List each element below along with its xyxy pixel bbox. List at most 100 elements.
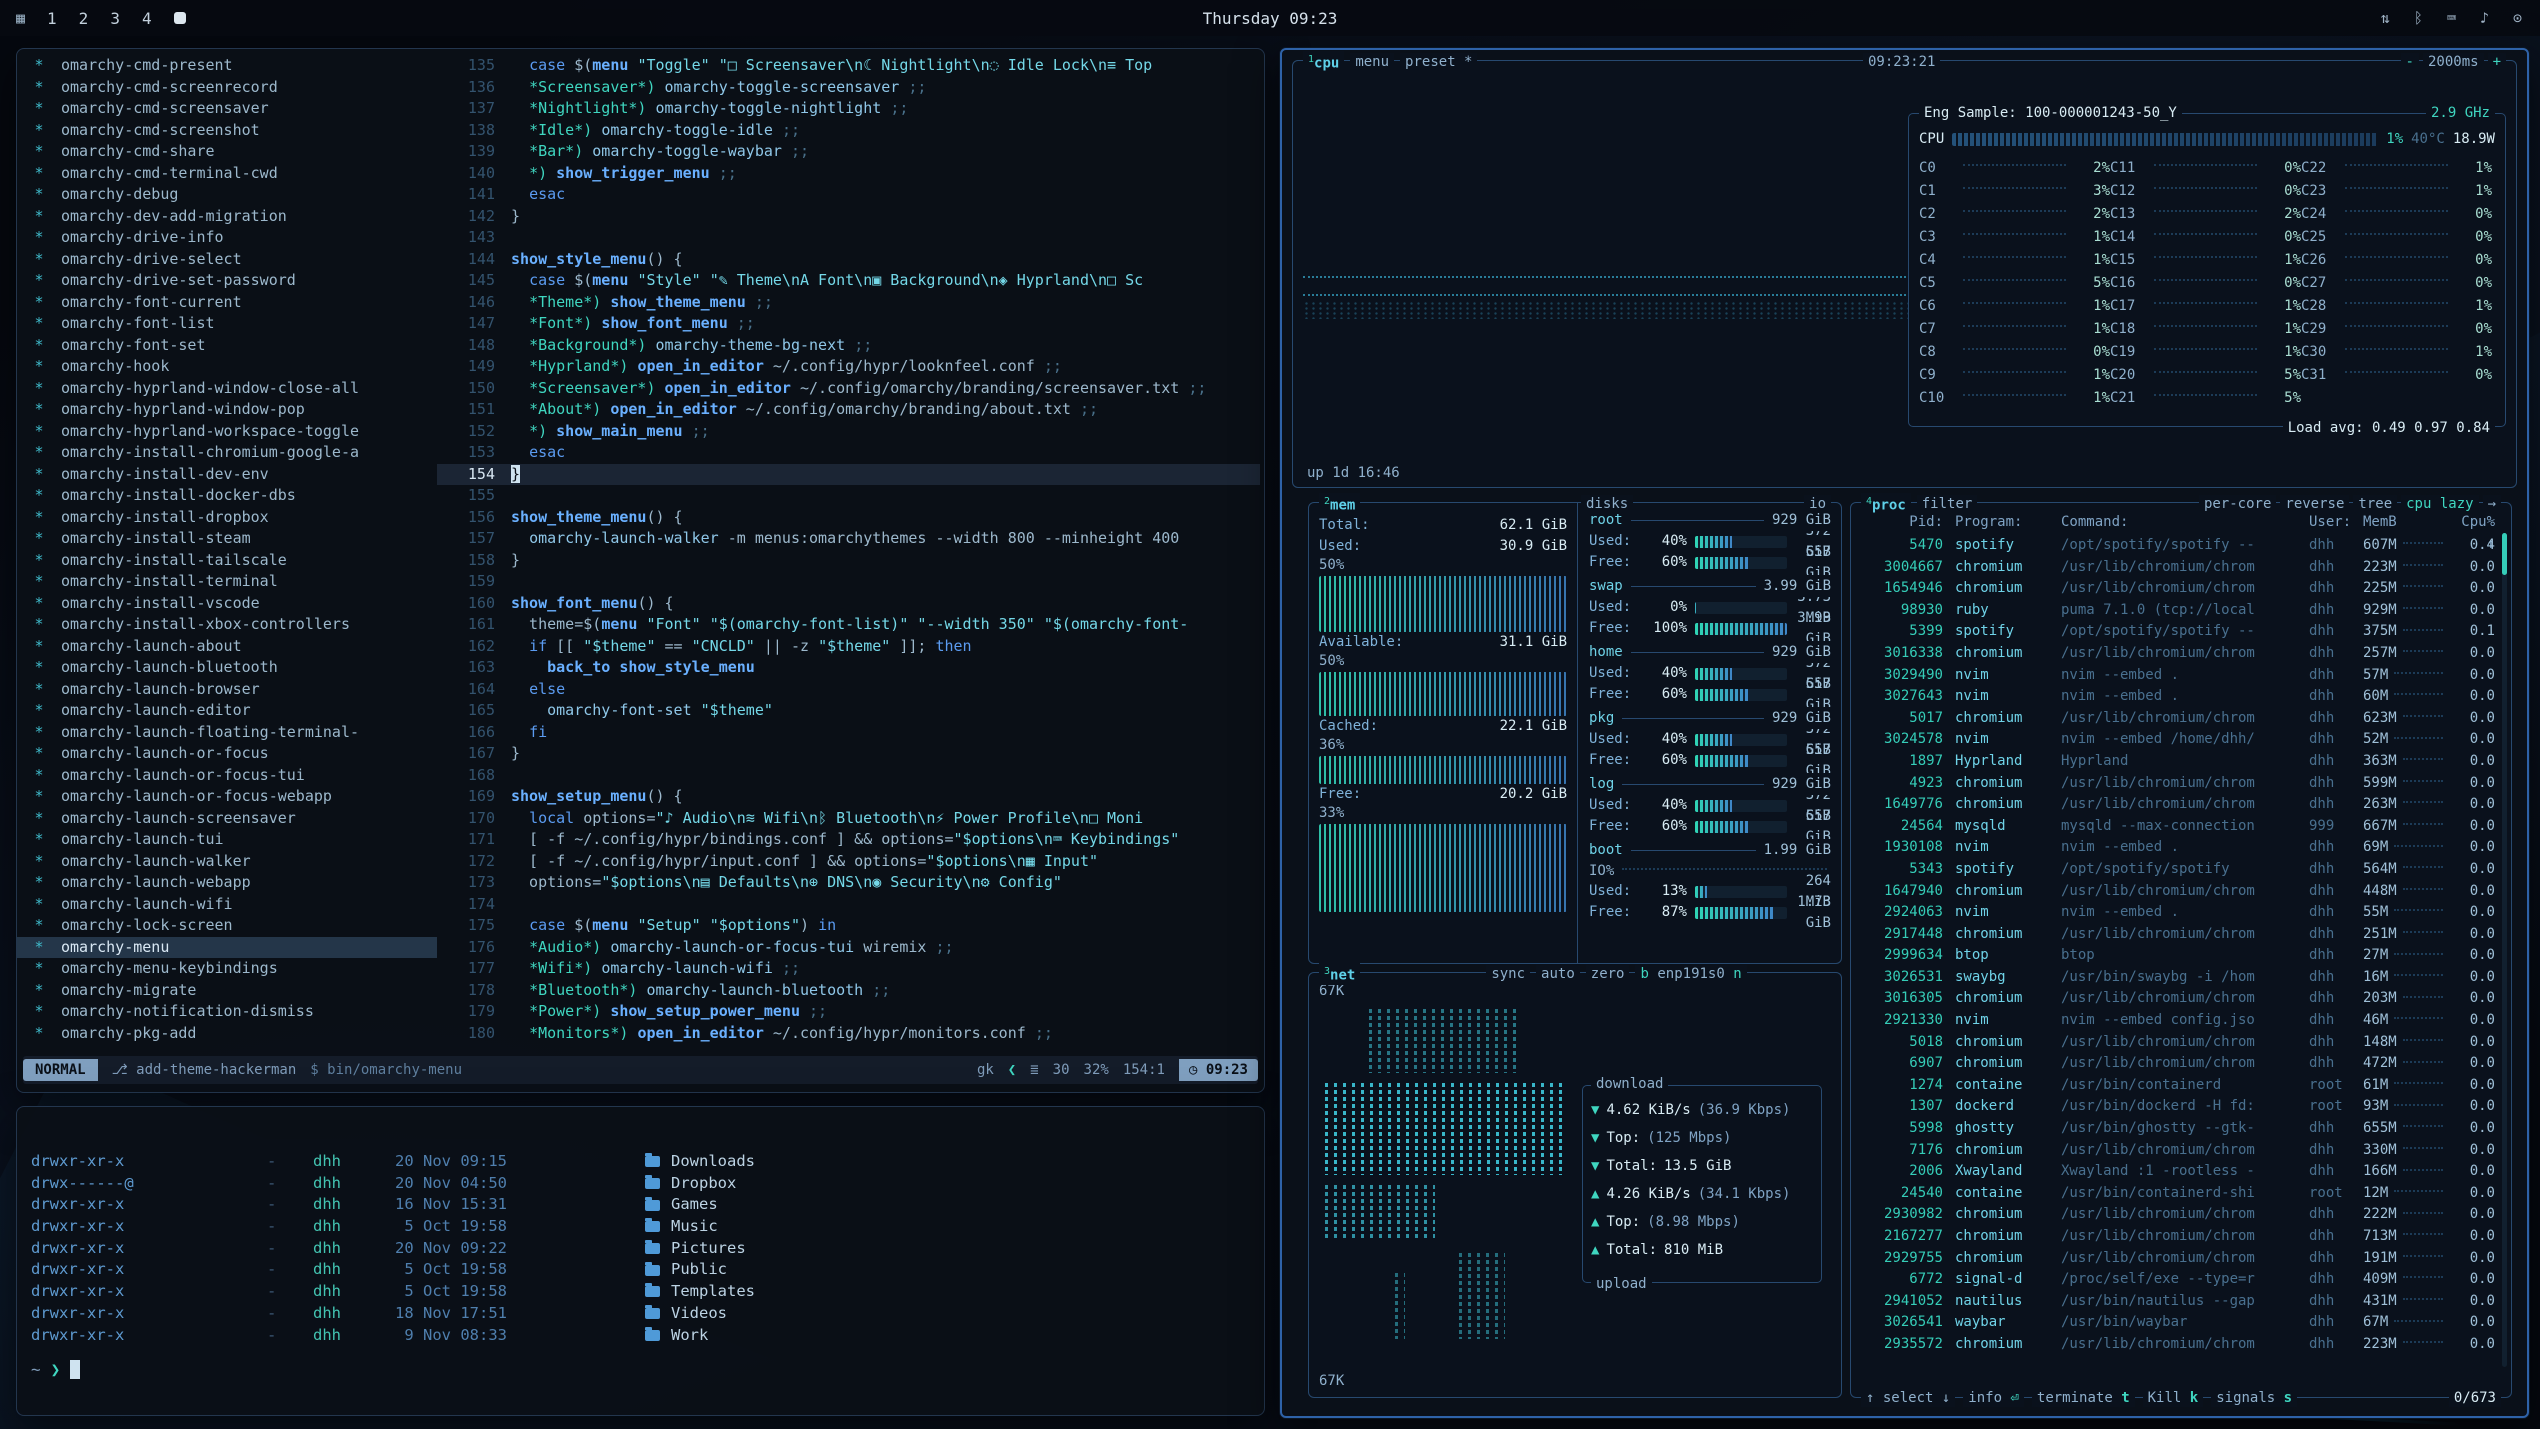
- code-line[interactable]: 160show_font_menu() {: [437, 593, 1260, 615]
- proc-row[interactable]: 5998ghostty/usr/bin/ghostty --gtk-dhh655…: [1859, 1118, 2495, 1140]
- proc-select-hint[interactable]: ↑ select ↓: [1861, 1389, 1955, 1407]
- proc-row[interactable]: 6907chromium/usr/lib/chromium/chromdhh47…: [1859, 1053, 2495, 1075]
- file-tree-item[interactable]: *omarchy-launch-browser: [17, 679, 437, 701]
- code-line[interactable]: 147 *Font*) show_font_menu ;;: [437, 313, 1260, 335]
- interval-increase-button[interactable]: +: [2488, 53, 2506, 71]
- proc-row[interactable]: 2917448chromium/usr/lib/chromium/chromdh…: [1859, 924, 2495, 946]
- code-line[interactable]: 174: [437, 894, 1260, 916]
- disks-tab[interactable]: disks: [1581, 495, 1633, 513]
- proc-row[interactable]: 1897HyprlandHyprlanddhh363M0.0: [1859, 751, 2495, 773]
- file-tree-item[interactable]: *omarchy-debug: [17, 184, 437, 206]
- proc-panel-title[interactable]: 4proc: [1861, 493, 1911, 515]
- proc-row[interactable]: 1274containe/usr/bin/containerdroot61M0.…: [1859, 1075, 2495, 1097]
- proc-row[interactable]: 2924063nvimnvim --embed .dhh55M0.0: [1859, 902, 2495, 924]
- proc-row[interactable]: 3029490nvimnvim --embed .dhh57M0.0: [1859, 665, 2495, 687]
- code-line[interactable]: 156show_theme_menu() {: [437, 507, 1260, 529]
- workspace-2[interactable]: 2: [79, 9, 89, 28]
- code-line[interactable]: 140 *) show_trigger_menu ;;: [437, 163, 1260, 185]
- code-line[interactable]: 173 options="$options\n▤ Defaults\n⊕ DNS…: [437, 872, 1260, 894]
- proc-row[interactable]: 7176chromium/usr/lib/chromium/chromdhh33…: [1859, 1140, 2495, 1162]
- proc-row[interactable]: 5018chromium/usr/lib/chromium/chromdhh14…: [1859, 1032, 2495, 1054]
- file-tree-item[interactable]: *omarchy-launch-walker: [17, 851, 437, 873]
- proc-row[interactable]: 3004667chromium/usr/lib/chromium/chromdh…: [1859, 557, 2495, 579]
- file-tree-item[interactable]: *omarchy-drive-select: [17, 249, 437, 271]
- file-tree-item[interactable]: *omarchy-install-terminal: [17, 571, 437, 593]
- proc-row[interactable]: 2006XwaylandXwayland :1 -rootless -dhh16…: [1859, 1161, 2495, 1183]
- code-line[interactable]: 152 *) show_main_menu ;;: [437, 421, 1260, 443]
- proc-row[interactable]: 2941052nautilus/usr/bin/nautilus --gapdh…: [1859, 1291, 2495, 1313]
- code-line[interactable]: 155: [437, 485, 1260, 507]
- code-line[interactable]: 157 omarchy-launch-walker -m menus:omarc…: [437, 528, 1260, 550]
- net-panel-title[interactable]: 3net: [1319, 963, 1360, 985]
- btop-preset-button[interactable]: preset *: [1400, 53, 1477, 71]
- directory-name[interactable]: Pictures: [645, 1238, 746, 1260]
- proc-row[interactable]: 2167277chromium/usr/lib/chromium/chromdh…: [1859, 1226, 2495, 1248]
- file-tree-item[interactable]: *omarchy-launch-floating-terminal-: [17, 722, 437, 744]
- shell-prompt[interactable]: ~ ❯: [31, 1360, 1254, 1379]
- cpu-panel-title[interactable]: 1cpu: [1303, 51, 1344, 73]
- file-tree-item[interactable]: *omarchy-menu-keybindings: [17, 958, 437, 980]
- proc-row[interactable]: 1930108nvimnvim --embed .dhh69M0.0: [1859, 837, 2495, 859]
- file-tree-item[interactable]: *omarchy-launch-editor: [17, 700, 437, 722]
- proc-hint-kill[interactable]: Kill k: [2143, 1389, 2204, 1407]
- proc-row[interactable]: 3016305chromium/usr/lib/chromium/chromdh…: [1859, 988, 2495, 1010]
- file-tree-item[interactable]: *omarchy-launch-or-focus-tui: [17, 765, 437, 787]
- file-tree-item[interactable]: *omarchy-hyprland-workspace-toggle: [17, 421, 437, 443]
- directory-name[interactable]: Templates: [645, 1281, 755, 1303]
- proc-row[interactable]: 2999634btopbtopdhh27M0.0: [1859, 945, 2495, 967]
- file-tree-item[interactable]: *omarchy-drive-info: [17, 227, 437, 249]
- proc-row[interactable]: 4923chromium/usr/lib/chromium/chromdhh59…: [1859, 773, 2495, 795]
- proc-reverse-toggle[interactable]: reverse: [2280, 495, 2349, 513]
- proc-row[interactable]: 24564mysqldmysqld --max-connection999667…: [1859, 816, 2495, 838]
- file-tree-item[interactable]: *omarchy-dev-add-migration: [17, 206, 437, 228]
- code-line[interactable]: 164 else: [437, 679, 1260, 701]
- code-line[interactable]: 144show_style_menu() {: [437, 249, 1260, 271]
- proc-row[interactable]: 24540containe/usr/bin/containerd-shiroot…: [1859, 1183, 2495, 1205]
- workspace-active-indicator[interactable]: [174, 12, 186, 24]
- keyboard-icon[interactable]: ⌨: [2447, 9, 2456, 27]
- code-line[interactable]: 169show_setup_menu() {: [437, 786, 1260, 808]
- directory-name[interactable]: Work: [645, 1325, 708, 1347]
- code-editor[interactable]: 135 case $(menu "Toggle" "□ Screensaver\…: [437, 55, 1260, 1048]
- interval-decrease-button[interactable]: -: [2401, 53, 2419, 71]
- proc-row[interactable]: 1649776chromium/usr/lib/chromium/chromdh…: [1859, 794, 2495, 816]
- file-tree-item[interactable]: *omarchy-cmd-screenshot: [17, 120, 437, 142]
- file-tree-item[interactable]: *omarchy-launch-bluetooth: [17, 657, 437, 679]
- proc-filter-button[interactable]: filter: [1917, 495, 1978, 513]
- code-line[interactable]: 165 omarchy-font-set "$theme": [437, 700, 1260, 722]
- proc-hint-terminate[interactable]: terminate t: [2032, 1389, 2135, 1407]
- proc-row[interactable]: 3016338chromium/usr/lib/chromium/chromdh…: [1859, 643, 2495, 665]
- proc-row[interactable]: 2921330nvimnvim --embed config.jsodhh46M…: [1859, 1010, 2495, 1032]
- directory-name[interactable]: Public: [645, 1259, 727, 1281]
- code-line[interactable]: 145 case $(menu "Style" "✎ Theme\nA Font…: [437, 270, 1260, 292]
- file-tree-item[interactable]: *omarchy-cmd-screenrecord: [17, 77, 437, 99]
- workspace-1[interactable]: 1: [47, 9, 57, 28]
- code-line[interactable]: 153 esac: [437, 442, 1260, 464]
- file-tree-item[interactable]: *omarchy-hyprland-window-close-all: [17, 378, 437, 400]
- code-line[interactable]: 180 *Monitors*) open_in_editor ~/.config…: [437, 1023, 1260, 1045]
- code-line[interactable]: 172 [ -f ~/.config/hypr/input.conf ] && …: [437, 851, 1260, 873]
- code-line[interactable]: 146 *Theme*) show_theme_menu ;;: [437, 292, 1260, 314]
- file-tree-item[interactable]: *omarchy-install-tailscale: [17, 550, 437, 572]
- file-tree-item[interactable]: *omarchy-install-steam: [17, 528, 437, 550]
- code-line[interactable]: 171 [ -f ~/.config/hypr/bindings.conf ] …: [437, 829, 1260, 851]
- file-tree-item[interactable]: *omarchy-install-vscode: [17, 593, 437, 615]
- proc-row[interactable]: 5399spotify/opt/spotify/spotify --dhh375…: [1859, 621, 2495, 643]
- file-tree-item[interactable]: *omarchy-migrate: [17, 980, 437, 1002]
- code-line[interactable]: 137 *Nightlight*) omarchy-toggle-nightli…: [437, 98, 1260, 120]
- file-tree-item[interactable]: *omarchy-hook: [17, 356, 437, 378]
- file-tree-item[interactable]: *omarchy-launch-or-focus-webapp: [17, 786, 437, 808]
- file-tree-item[interactable]: *omarchy-launch-or-focus: [17, 743, 437, 765]
- code-line[interactable]: 141 esac: [437, 184, 1260, 206]
- file-tree-item[interactable]: *omarchy-install-docker-dbs: [17, 485, 437, 507]
- file-tree-item[interactable]: *omarchy-notification-dismiss: [17, 1001, 437, 1023]
- file-tree-item[interactable]: *omarchy-font-list: [17, 313, 437, 335]
- proc-row[interactable]: 5017chromium/usr/lib/chromium/chromdhh62…: [1859, 708, 2495, 730]
- mem-panel-title[interactable]: 2mem: [1319, 493, 1360, 515]
- code-line[interactable]: 161 theme=$(menu "Font" "$(omarchy-font-…: [437, 614, 1260, 636]
- proc-row[interactable]: 2935572chromium/usr/lib/chromium/chromdh…: [1859, 1334, 2495, 1356]
- proc-row[interactable]: 2929755chromium/usr/lib/chromium/chromdh…: [1859, 1248, 2495, 1270]
- code-line[interactable]: 136 *Screensaver*) omarchy-toggle-screen…: [437, 77, 1260, 99]
- file-tree-item[interactable]: *omarchy-cmd-screensaver: [17, 98, 437, 120]
- io-tab[interactable]: io: [1804, 495, 1831, 513]
